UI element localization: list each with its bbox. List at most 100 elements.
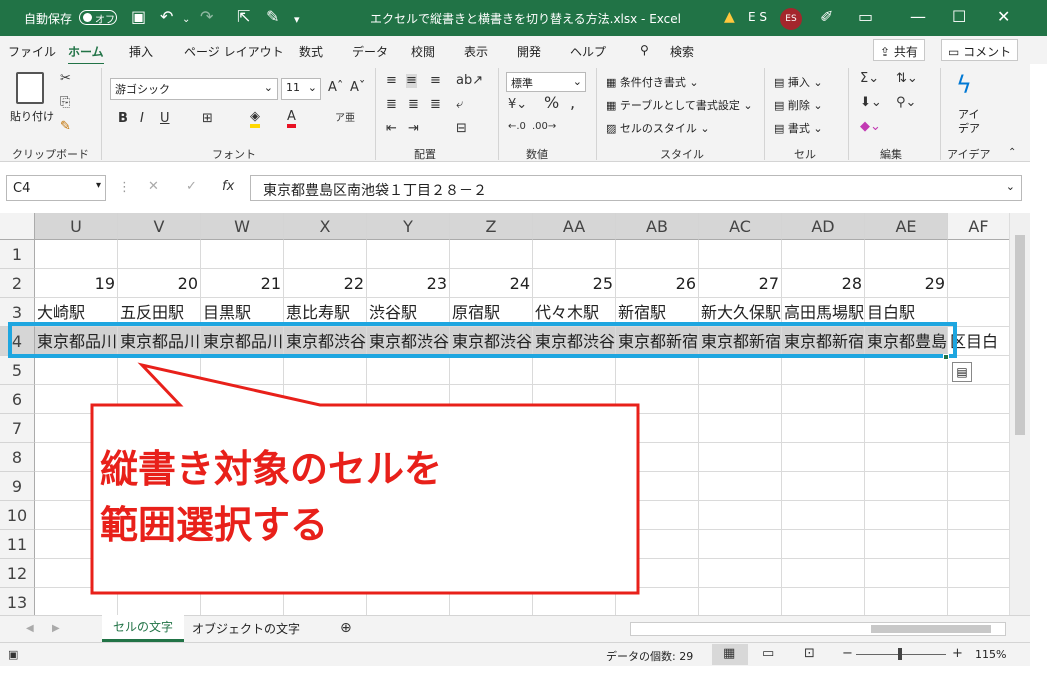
- minimize-icon[interactable]: —: [910, 8, 926, 26]
- cancel-icon[interactable]: ✕: [148, 180, 159, 194]
- align-right-icon[interactable]: ≣: [430, 98, 441, 112]
- borders-icon[interactable]: ⊞: [202, 112, 213, 126]
- cell[interactable]: [782, 385, 865, 414]
- row-header[interactable]: 6: [0, 385, 35, 414]
- cell[interactable]: [284, 240, 367, 269]
- autosave-toggle[interactable]: オフ: [79, 10, 117, 26]
- cell[interactable]: 24: [450, 269, 533, 298]
- cell[interactable]: [699, 356, 782, 385]
- cell[interactable]: [450, 240, 533, 269]
- phonetic-icon[interactable]: ア亜: [335, 112, 355, 126]
- number-format-dropdown[interactable]: 標準 ⌄: [506, 72, 586, 92]
- cell[interactable]: [948, 443, 1010, 472]
- menu-view[interactable]: 表示: [464, 43, 488, 60]
- paste-icon[interactable]: [16, 72, 44, 104]
- cell[interactable]: [948, 385, 1010, 414]
- cell[interactable]: [865, 240, 948, 269]
- align-top-icon[interactable]: ≡: [386, 74, 397, 88]
- cut-icon[interactable]: ✂: [60, 72, 71, 86]
- share-button[interactable]: ⇪ 共有: [873, 39, 925, 61]
- name-box[interactable]: C4 ▾: [6, 175, 106, 201]
- scroll-thumb[interactable]: [871, 625, 991, 633]
- enter-icon[interactable]: ✓: [186, 180, 197, 194]
- format-painter-icon[interactable]: ✎: [60, 120, 71, 134]
- column-header[interactable]: AC: [699, 213, 782, 240]
- menu-insert[interactable]: 挿入: [129, 43, 153, 60]
- cell[interactable]: [699, 472, 782, 501]
- sheet-tab-active[interactable]: セルの文字: [102, 615, 184, 642]
- cell[interactable]: [782, 501, 865, 530]
- find-select-icon[interactable]: ⚲⌄: [896, 96, 916, 110]
- undo-dropdown-icon[interactable]: ⌄: [182, 11, 190, 29]
- row-header[interactable]: 2: [0, 269, 35, 298]
- cell[interactable]: [948, 240, 1010, 269]
- ribbon-display-icon[interactable]: ▭: [858, 8, 873, 26]
- row-header[interactable]: 5: [0, 356, 35, 385]
- menu-page-layout[interactable]: ページ レイアウト: [184, 43, 284, 60]
- prev-sheet-icon[interactable]: ◀: [26, 622, 34, 636]
- cell[interactable]: [782, 472, 865, 501]
- cell[interactable]: [782, 356, 865, 385]
- increase-font-icon[interactable]: Aˆ: [328, 81, 343, 95]
- cell[interactable]: 21: [201, 269, 284, 298]
- cell[interactable]: [948, 588, 1010, 615]
- close-icon[interactable]: ✕: [997, 8, 1010, 26]
- cell[interactable]: [616, 240, 699, 269]
- menu-review[interactable]: 校閲: [411, 43, 435, 60]
- align-center-icon[interactable]: ≣: [408, 98, 419, 112]
- cell[interactable]: [782, 414, 865, 443]
- italic-button[interactable]: I: [140, 112, 144, 126]
- cell[interactable]: 19: [35, 269, 118, 298]
- search-icon[interactable]: ⚲: [640, 43, 649, 57]
- collapse-ribbon-icon[interactable]: ⌃: [1008, 146, 1016, 160]
- column-header[interactable]: AE: [865, 213, 948, 240]
- search-label[interactable]: 検索: [670, 43, 694, 60]
- cell[interactable]: [782, 240, 865, 269]
- cell[interactable]: 26: [616, 269, 699, 298]
- paste-button[interactable]: 貼り付け: [10, 108, 54, 124]
- row-header[interactable]: 11: [0, 530, 35, 559]
- ideas-label-2[interactable]: デア: [958, 120, 980, 136]
- column-header[interactable]: Y: [367, 213, 450, 240]
- zoom-slider-thumb[interactable]: [898, 648, 902, 660]
- row-header[interactable]: 1: [0, 240, 35, 269]
- redo-icon[interactable]: ↷: [200, 8, 213, 26]
- decrease-decimal-icon[interactable]: .00→: [532, 120, 556, 134]
- align-bottom-icon[interactable]: ≡: [430, 74, 441, 88]
- row-header[interactable]: 12: [0, 559, 35, 588]
- fill-color-icon[interactable]: ◈: [250, 110, 260, 128]
- page-layout-view-icon[interactable]: ▭: [762, 647, 774, 661]
- cell[interactable]: 25: [533, 269, 616, 298]
- formula-input[interactable]: 東京都豊島区南池袋１丁目２８－２ ⌄: [250, 175, 1022, 201]
- zoom-in-icon[interactable]: +: [952, 647, 963, 661]
- comma-icon[interactable]: ,: [570, 95, 575, 111]
- cell[interactable]: [948, 269, 1010, 298]
- cell[interactable]: [865, 559, 948, 588]
- cell[interactable]: 20: [118, 269, 201, 298]
- decrease-indent-icon[interactable]: ⇤: [386, 122, 397, 136]
- cell[interactable]: [35, 240, 118, 269]
- undo-icon[interactable]: ↶: [160, 8, 173, 26]
- format-painter-qat-icon[interactable]: ✎: [266, 8, 279, 26]
- zoom-level[interactable]: 115%: [975, 648, 1006, 661]
- macro-record-icon[interactable]: ▣: [8, 648, 18, 662]
- row-header[interactable]: 9: [0, 472, 35, 501]
- menu-file[interactable]: ファイル: [8, 43, 56, 60]
- quick-analysis-icon[interactable]: ▤: [952, 362, 972, 382]
- column-header[interactable]: X: [284, 213, 367, 240]
- copy-icon[interactable]: ⎘: [60, 96, 70, 110]
- cell[interactable]: 区目白: [948, 327, 1010, 356]
- cell[interactable]: [699, 414, 782, 443]
- avatar[interactable]: ES: [780, 8, 802, 30]
- horizontal-scrollbar[interactable]: [630, 622, 1006, 636]
- cell[interactable]: [865, 530, 948, 559]
- column-header[interactable]: AB: [616, 213, 699, 240]
- font-color-icon[interactable]: A: [287, 110, 296, 128]
- cell[interactable]: [865, 356, 948, 385]
- zoom-out-icon[interactable]: −: [842, 647, 853, 661]
- sort-filter-icon[interactable]: ⇅⌄: [896, 72, 918, 86]
- vertical-scrollbar[interactable]: [1009, 213, 1030, 615]
- accounting-format-icon[interactable]: ¥⌄: [508, 98, 527, 112]
- cell[interactable]: [948, 501, 1010, 530]
- cell[interactable]: [699, 588, 782, 615]
